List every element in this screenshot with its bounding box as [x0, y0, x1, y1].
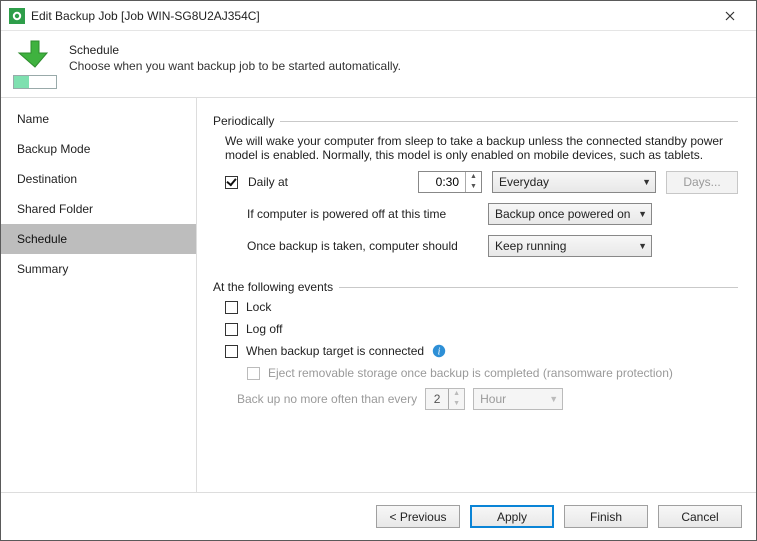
throttle-spinner: ▲▼: [425, 388, 465, 410]
header-icon-column: [13, 39, 57, 89]
target-connected-checkbox[interactable]: [225, 345, 238, 358]
titlebar: Edit Backup Job [Job WIN-SG8U2AJ354C]: [1, 1, 756, 31]
after-backup-select[interactable]: Keep running ▼: [488, 235, 652, 257]
close-icon: [725, 11, 735, 21]
daily-checkbox[interactable]: [225, 176, 238, 189]
powered-off-label: If computer is powered off at this time: [247, 207, 446, 221]
window-title: Edit Backup Job [Job WIN-SG8U2AJ354C]: [31, 9, 710, 23]
periodically-group: Periodically We will wake your computer …: [213, 114, 738, 266]
throttle-unit-select: Hour ▼: [473, 388, 563, 410]
throttle-row: Back up no more often than every ▲▼ Hour…: [237, 388, 738, 410]
sidebar-item-summary[interactable]: Summary: [1, 254, 196, 284]
svg-text:i: i: [438, 347, 441, 358]
chevron-down-icon: ▼: [549, 394, 558, 404]
after-backup-value: Keep running: [495, 239, 632, 253]
target-connected-label: When backup target is connected: [246, 344, 424, 358]
powered-off-select[interactable]: Backup once powered on ▼: [488, 203, 652, 225]
periodically-legend: Periodically: [213, 114, 280, 128]
chevron-down-icon: ▼: [638, 241, 647, 251]
throttle-input: [426, 389, 448, 409]
spinner-down-icon[interactable]: ▼: [466, 182, 481, 192]
daily-recurrence-value: Everyday: [499, 175, 636, 189]
close-button[interactable]: [710, 2, 750, 30]
sidebar-item-backup-mode[interactable]: Backup Mode: [1, 134, 196, 164]
wizard-footer: < Previous Apply Finish Cancel: [1, 492, 756, 540]
lock-label: Lock: [246, 300, 271, 314]
events-legend: At the following events: [213, 280, 339, 294]
finish-button[interactable]: Finish: [564, 505, 648, 528]
wizard-header: Schedule Choose when you want backup job…: [1, 31, 756, 89]
logoff-checkbox[interactable]: [225, 323, 238, 336]
daily-time-input[interactable]: [419, 172, 465, 192]
apply-button[interactable]: Apply: [470, 505, 554, 528]
periodically-description: We will wake your computer from sleep to…: [225, 134, 738, 162]
header-text: Schedule Choose when you want backup job…: [69, 39, 401, 73]
sidebar-item-schedule[interactable]: Schedule: [1, 224, 196, 254]
sidebar-item-shared-folder[interactable]: Shared Folder: [1, 194, 196, 224]
eject-row: Eject removable storage once backup is c…: [247, 366, 738, 380]
sidebar-item-name[interactable]: Name: [1, 104, 196, 134]
days-button: Days...: [666, 171, 738, 194]
previous-button[interactable]: < Previous: [376, 505, 460, 528]
powered-off-value: Backup once powered on: [495, 207, 632, 221]
daily-time-spinner[interactable]: ▲▼: [418, 171, 482, 193]
spinner-up-icon[interactable]: ▲: [466, 172, 481, 182]
after-backup-row: Once backup is taken, computer should Ke…: [247, 234, 738, 258]
target-connected-row: When backup target is connected i: [225, 344, 738, 358]
chevron-down-icon: ▼: [638, 209, 647, 219]
page-subtitle: Choose when you want backup job to be st…: [69, 59, 401, 73]
throttle-prefix: Back up no more often than every: [237, 392, 417, 406]
lock-row: Lock: [225, 300, 738, 314]
wizard-steps-sidebar: Name Backup Mode Destination Shared Fold…: [1, 98, 197, 492]
wizard-content: Periodically We will wake your computer …: [197, 98, 756, 492]
daily-label: Daily at: [248, 175, 288, 189]
dialog-window: Edit Backup Job [Job WIN-SG8U2AJ354C] Sc…: [0, 0, 757, 541]
spinner-up-icon: ▲: [449, 389, 464, 399]
lock-checkbox[interactable]: [225, 301, 238, 314]
daily-row: Daily at ▲▼ Everyday ▼ Days...: [225, 170, 738, 194]
cancel-button[interactable]: Cancel: [658, 505, 742, 528]
spinner-down-icon: ▼: [449, 399, 464, 409]
powered-off-row: If computer is powered off at this time …: [247, 202, 738, 226]
page-title: Schedule: [69, 43, 401, 57]
events-group: At the following events Lock Log off Whe…: [213, 280, 738, 418]
progress-indicator: [13, 75, 57, 89]
eject-checkbox: [247, 367, 260, 380]
throttle-unit-value: Hour: [480, 392, 543, 406]
wizard-body: Name Backup Mode Destination Shared Fold…: [1, 97, 756, 492]
info-icon: i: [432, 344, 446, 358]
after-backup-label: Once backup is taken, computer should: [247, 239, 458, 253]
eject-label: Eject removable storage once backup is c…: [268, 366, 673, 380]
chevron-down-icon: ▼: [642, 177, 651, 187]
sidebar-item-destination[interactable]: Destination: [1, 164, 196, 194]
logoff-row: Log off: [225, 322, 738, 336]
download-arrow-icon: [15, 39, 55, 69]
daily-recurrence-select[interactable]: Everyday ▼: [492, 171, 656, 193]
logoff-label: Log off: [246, 322, 282, 336]
settings-gear-icon: [9, 8, 25, 24]
